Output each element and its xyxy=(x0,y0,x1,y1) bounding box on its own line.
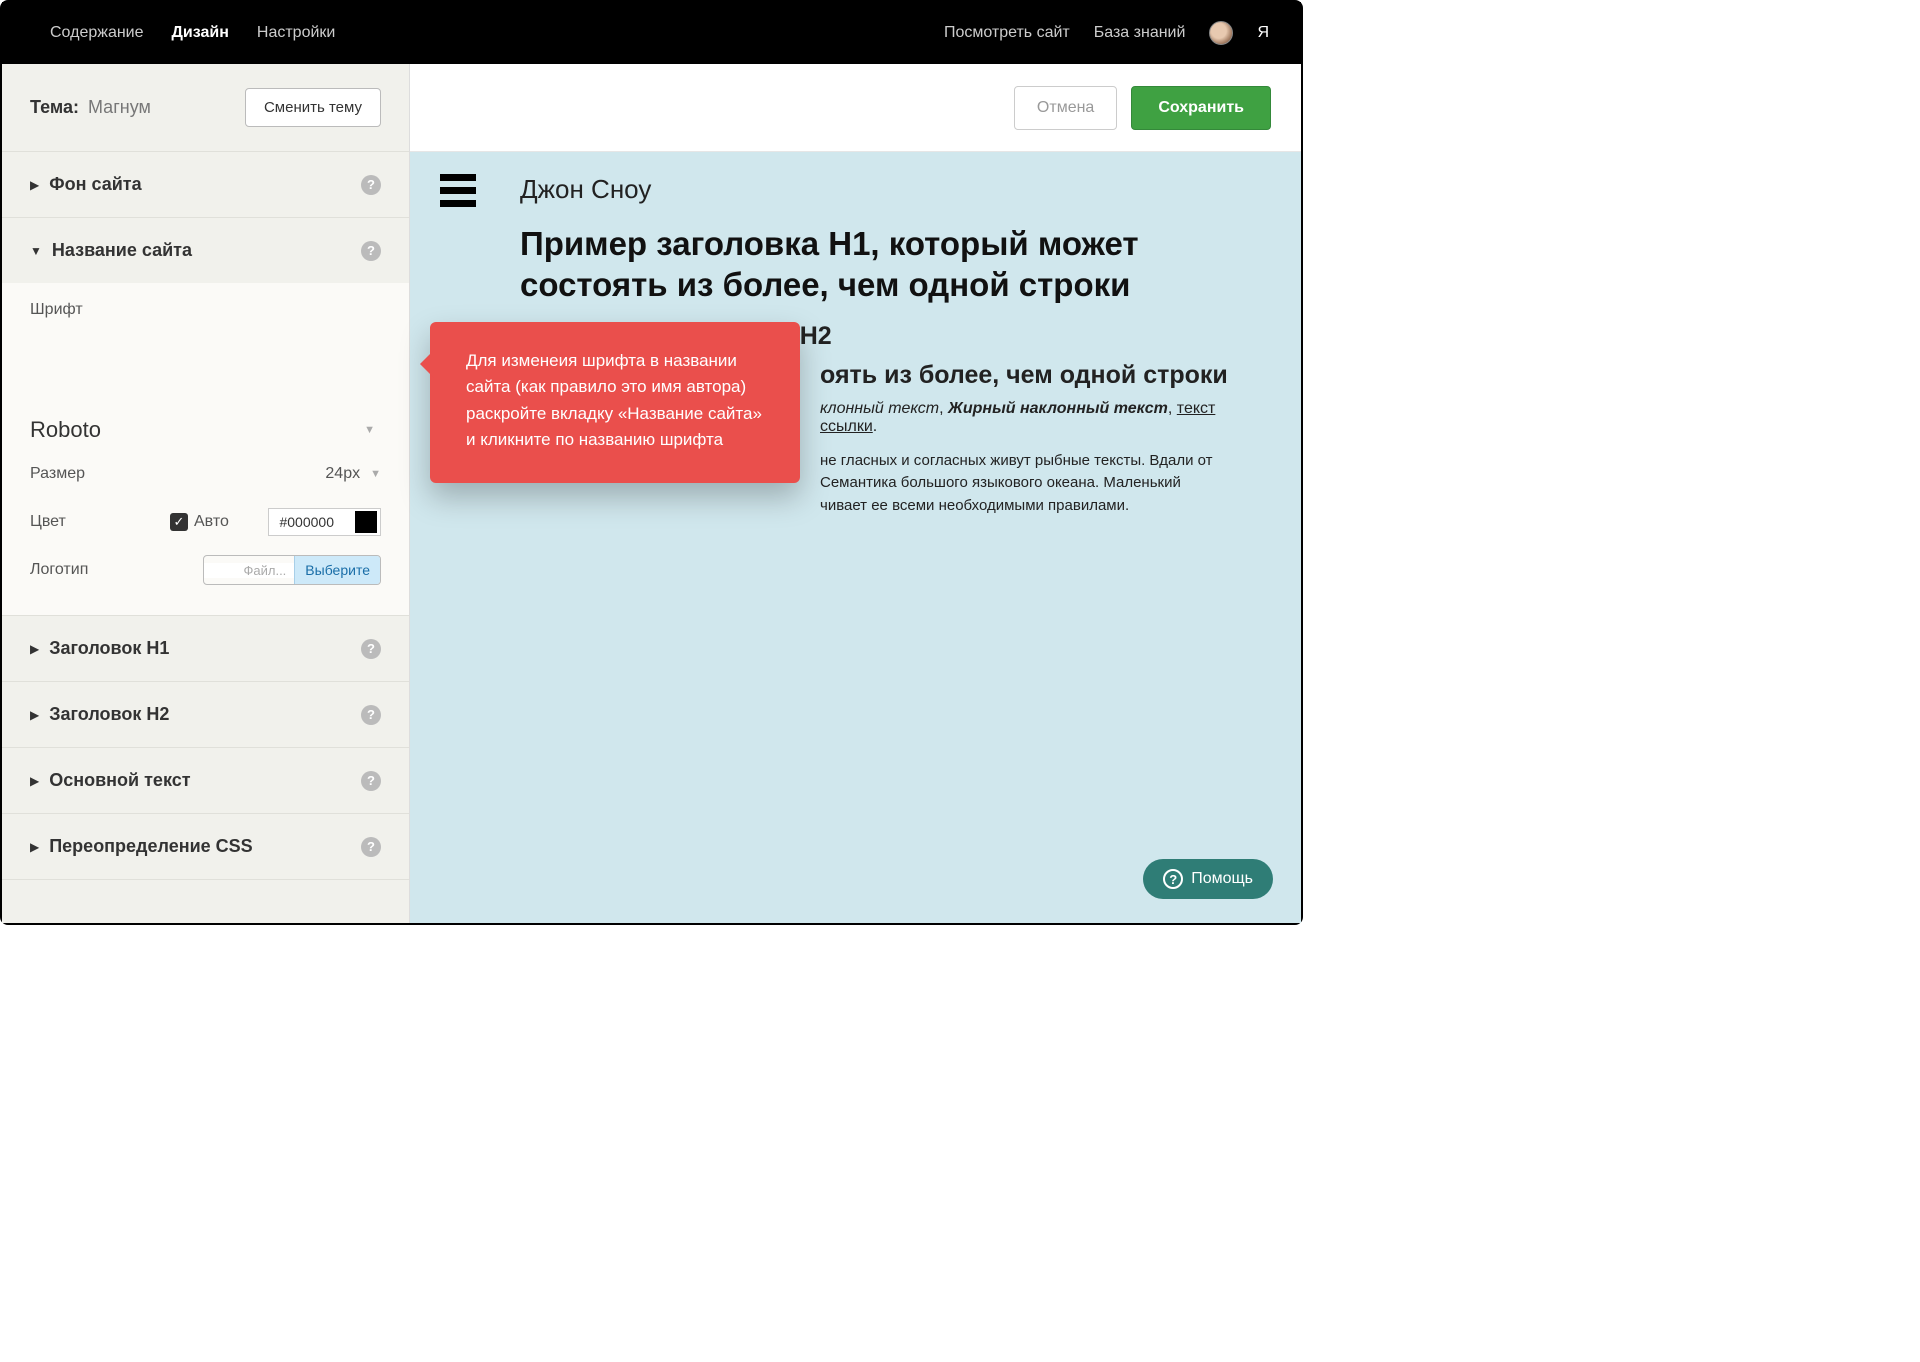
color-input[interactable]: #000000 xyxy=(268,508,381,536)
size-select[interactable]: 24px ▼ xyxy=(325,465,381,483)
panel-title: Фон сайта xyxy=(49,174,141,195)
theme-name: Магнум xyxy=(83,97,151,118)
question-icon: ? xyxy=(1163,869,1183,889)
preview-body-text: не гласных и согласных живут рыбные текс… xyxy=(820,450,1261,518)
size-field: Размер 24px ▼ xyxy=(2,443,409,491)
preview-inline-text: клонный текст, Жирный наклонный текст, т… xyxy=(820,400,1261,436)
size-label: Размер xyxy=(30,465,140,483)
preview-canvas: Джон Сноу Пример заголовка H1, который м… xyxy=(410,152,1301,923)
top-nav: Содержание Дизайн Настройки Посмотреть с… xyxy=(2,2,1301,64)
tooltip-callout: Для изменеия шрифта в названии сайта (ка… xyxy=(430,322,800,483)
help-button[interactable]: ? Помощь xyxy=(1143,859,1273,899)
color-swatch[interactable] xyxy=(355,511,377,533)
hamburger-icon[interactable] xyxy=(440,174,476,213)
panel-site-background: ▶ Фон сайта ? xyxy=(2,152,409,218)
avatar[interactable] xyxy=(1209,21,1233,45)
view-site-link[interactable]: Посмотреть сайт xyxy=(944,24,1070,42)
panel-header-h2[interactable]: ▶ Заголовок H2 ? xyxy=(2,682,409,747)
panel-header-site-name[interactable]: ▼ Название сайта ? xyxy=(2,218,409,283)
user-label[interactable]: Я xyxy=(1257,24,1269,42)
panel-body-site-name: Шрифт Roboto ▼ Размер 24px ▼ Цвет xyxy=(2,283,409,615)
chevron-down-icon: ▼ xyxy=(364,424,375,436)
panel-title: Заголовок H2 xyxy=(49,704,169,725)
knowledge-base-link[interactable]: База знаний xyxy=(1094,24,1186,42)
nav-right: Посмотреть сайт База знаний Я xyxy=(944,21,1269,45)
italic-sample: клонный текст xyxy=(820,400,939,417)
auto-color-checkbox[interactable]: ✓ Авто xyxy=(170,513,229,531)
chevron-right-icon: ▶ xyxy=(30,178,39,192)
panel-h2: ▶ Заголовок H2 ? xyxy=(2,682,409,748)
panel-header-body[interactable]: ▶ Основной текст ? xyxy=(2,748,409,813)
auto-label: Авто xyxy=(194,513,229,531)
tab-content[interactable]: Содержание xyxy=(50,24,144,42)
save-button[interactable]: Сохранить xyxy=(1131,86,1271,130)
panel-header-bg[interactable]: ▶ Фон сайта ? xyxy=(2,152,409,217)
theme-label: Тема: xyxy=(30,97,79,118)
help-icon[interactable]: ? xyxy=(361,771,381,791)
panel-header-h1[interactable]: ▶ Заголовок H1 ? xyxy=(2,616,409,681)
panel-h1: ▶ Заголовок H1 ? xyxy=(2,616,409,682)
panel-title: Заголовок H1 xyxy=(49,638,169,659)
size-value: 24px xyxy=(325,465,360,483)
panel-site-name: ▼ Название сайта ? Шрифт Roboto ▼ Размер… xyxy=(2,218,409,616)
help-icon[interactable]: ? xyxy=(361,837,381,857)
font-select[interactable]: Roboto ▼ xyxy=(30,417,381,443)
panel-header-css[interactable]: ▶ Переопределение CSS ? xyxy=(2,814,409,879)
help-label: Помощь xyxy=(1191,870,1253,888)
color-label: Цвет xyxy=(30,513,140,531)
chevron-right-icon: ▶ xyxy=(30,642,39,656)
preview-site-title: Джон Сноу xyxy=(520,174,1261,205)
preview-h2-line2: оять из более, чем одной строки xyxy=(820,361,1261,390)
help-icon[interactable]: ? xyxy=(361,705,381,725)
logo-field: Логотип Файл... Выберите xyxy=(2,539,409,587)
check-icon: ✓ xyxy=(170,513,188,531)
bold-italic-sample: Жирный наклонный текст xyxy=(948,400,1168,417)
preview-h1: Пример заголовка H1, который может состо… xyxy=(520,223,1261,306)
tooltip-text: Для изменеия шрифта в названии сайта (ка… xyxy=(466,351,762,449)
change-theme-button[interactable]: Сменить тему xyxy=(245,88,381,127)
action-bar: Отмена Сохранить xyxy=(410,64,1301,152)
chevron-right-icon: ▶ xyxy=(30,840,39,854)
color-value: #000000 xyxy=(269,514,352,530)
tab-settings[interactable]: Настройки xyxy=(257,24,335,42)
chevron-down-icon: ▼ xyxy=(370,468,381,480)
nav-tabs: Содержание Дизайн Настройки xyxy=(50,24,335,42)
help-icon[interactable]: ? xyxy=(361,241,381,261)
file-picker[interactable]: Файл... Выберите xyxy=(203,555,382,585)
chevron-down-icon: ▼ xyxy=(30,244,42,258)
panel-title: Название сайта xyxy=(52,240,192,261)
logo-label: Логотип xyxy=(30,561,140,579)
choose-file-button[interactable]: Выберите xyxy=(294,556,380,584)
help-icon[interactable]: ? xyxy=(361,639,381,659)
file-placeholder: Файл... xyxy=(204,563,295,578)
tab-design[interactable]: Дизайн xyxy=(172,24,229,42)
theme-row: Тема: Магнум Сменить тему xyxy=(2,64,409,152)
panel-title: Основной текст xyxy=(49,770,190,791)
sidebar: Тема: Магнум Сменить тему ▶ Фон сайта ? … xyxy=(2,64,410,923)
help-icon[interactable]: ? xyxy=(361,175,381,195)
panel-body-text: ▶ Основной текст ? xyxy=(2,748,409,814)
font-label: Шрифт xyxy=(30,301,381,411)
content-area: Отмена Сохранить Джон Сноу Пример заголо… xyxy=(410,64,1301,923)
font-value: Roboto xyxy=(30,417,101,443)
cancel-button[interactable]: Отмена xyxy=(1014,86,1117,130)
font-field[interactable]: Шрифт Roboto ▼ xyxy=(2,283,409,443)
chevron-right-icon: ▶ xyxy=(30,774,39,788)
panel-css-override: ▶ Переопределение CSS ? xyxy=(2,814,409,880)
color-field: Цвет ✓ Авто #000000 xyxy=(2,491,409,539)
panel-title: Переопределение CSS xyxy=(49,836,252,857)
chevron-right-icon: ▶ xyxy=(30,708,39,722)
